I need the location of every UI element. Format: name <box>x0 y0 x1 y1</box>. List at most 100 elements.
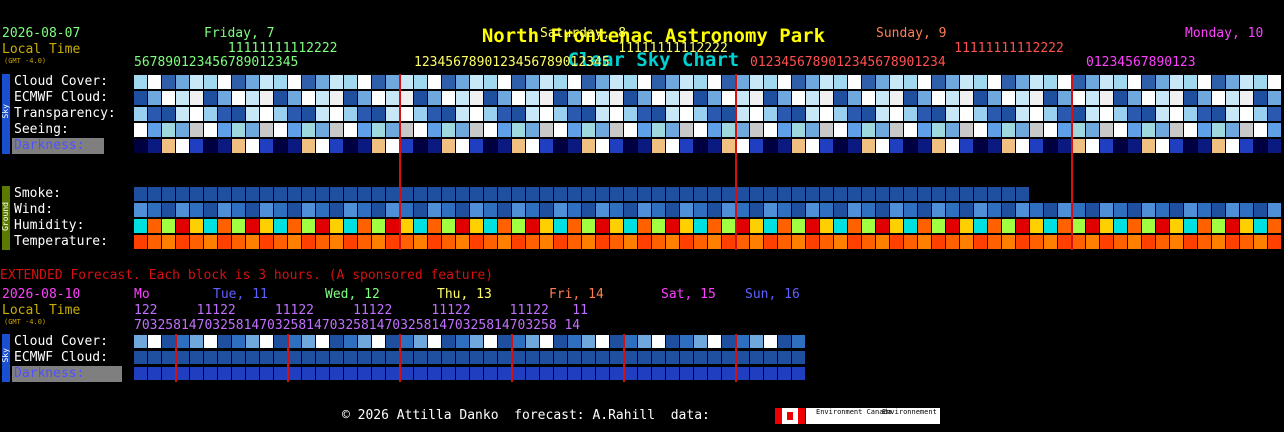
smoke-block[interactable] <box>428 187 441 201</box>
seeing-block[interactable] <box>512 123 525 137</box>
temperature-block[interactable] <box>358 235 371 249</box>
darkness-block[interactable] <box>176 139 189 153</box>
ecmwf-cloud-block[interactable] <box>764 91 777 105</box>
cloud-cover-block[interactable] <box>1212 75 1225 89</box>
darkness-block[interactable] <box>862 139 875 153</box>
cloud-cover-block[interactable] <box>1030 75 1043 89</box>
temperature-block[interactable] <box>722 235 735 249</box>
wind-block[interactable] <box>1268 203 1281 217</box>
seeing-block[interactable] <box>386 123 399 137</box>
temperature-block[interactable] <box>428 235 441 249</box>
ecmwf-cloud-block[interactable] <box>778 91 791 105</box>
darkness-block[interactable] <box>1086 139 1099 153</box>
cloud-cover-block[interactable] <box>1170 75 1183 89</box>
cloud-cover-block[interactable] <box>624 75 637 89</box>
wind-block[interactable] <box>1072 203 1085 217</box>
wind-block[interactable] <box>1114 203 1127 217</box>
ext-darkness-block[interactable] <box>330 367 343 380</box>
cloud-cover-block[interactable] <box>792 75 805 89</box>
ecmwf-cloud-block[interactable] <box>750 91 763 105</box>
ext-ecmwf-cloud-block[interactable] <box>456 351 469 364</box>
ecmwf-cloud-block[interactable] <box>918 91 931 105</box>
cloud-cover-block[interactable] <box>666 75 679 89</box>
wind-block[interactable] <box>1128 203 1141 217</box>
ecmwf-cloud-block[interactable] <box>526 91 539 105</box>
humidity-block[interactable] <box>834 219 847 233</box>
transparency-block[interactable] <box>568 107 581 121</box>
cloud-cover-block[interactable] <box>260 75 273 89</box>
ecmwf-cloud-block[interactable] <box>960 91 973 105</box>
transparency-block[interactable] <box>960 107 973 121</box>
temperature-block[interactable] <box>1086 235 1099 249</box>
seeing-block[interactable] <box>988 123 1001 137</box>
cloud-cover-block[interactable] <box>190 75 203 89</box>
ecmwf-cloud-block[interactable] <box>1128 91 1141 105</box>
wind-block[interactable] <box>862 203 875 217</box>
ext-ecmwf-cloud-block[interactable] <box>190 351 203 364</box>
seeing-block[interactable] <box>1198 123 1211 137</box>
ext-cloud-cover-block[interactable] <box>456 335 469 348</box>
darkness-block[interactable] <box>400 139 413 153</box>
cloud-cover-block[interactable] <box>358 75 371 89</box>
seeing-block[interactable] <box>806 123 819 137</box>
temperature-block[interactable] <box>386 235 399 249</box>
transparency-block[interactable] <box>1184 107 1197 121</box>
darkness-block[interactable] <box>344 139 357 153</box>
smoke-block[interactable] <box>568 187 581 201</box>
label-wind[interactable]: Wind: <box>14 202 53 218</box>
humidity-block[interactable] <box>708 219 721 233</box>
ext-darkness-block[interactable] <box>512 367 525 380</box>
darkness-block[interactable] <box>1184 139 1197 153</box>
cloud-cover-block[interactable] <box>736 75 749 89</box>
humidity-block[interactable] <box>1100 219 1113 233</box>
transparency-block[interactable] <box>204 107 217 121</box>
humidity-block[interactable] <box>484 219 497 233</box>
seeing-block[interactable] <box>358 123 371 137</box>
humidity-block[interactable] <box>610 219 623 233</box>
darkness-block[interactable] <box>680 139 693 153</box>
ecmwf-cloud-block[interactable] <box>288 91 301 105</box>
temperature-block[interactable] <box>708 235 721 249</box>
temperature-block[interactable] <box>260 235 273 249</box>
seeing-block[interactable] <box>596 123 609 137</box>
temperature-block[interactable] <box>820 235 833 249</box>
wind-block[interactable] <box>904 203 917 217</box>
darkness-block[interactable] <box>316 139 329 153</box>
smoke-block[interactable] <box>484 187 497 201</box>
ext-cloud-cover-block[interactable] <box>610 335 623 348</box>
darkness-block[interactable] <box>1156 139 1169 153</box>
ext-darkness-block[interactable] <box>736 367 749 380</box>
seeing-block[interactable] <box>246 123 259 137</box>
humidity-block[interactable] <box>274 219 287 233</box>
seeing-block[interactable] <box>680 123 693 137</box>
humidity-block[interactable] <box>806 219 819 233</box>
wind-block[interactable] <box>750 203 763 217</box>
ext-darkness-block[interactable] <box>344 367 357 380</box>
darkness-block[interactable] <box>1100 139 1113 153</box>
smoke-block[interactable] <box>890 187 903 201</box>
darkness-block[interactable] <box>218 139 231 153</box>
smoke-block[interactable] <box>848 187 861 201</box>
ext-cloud-cover-block[interactable] <box>246 335 259 348</box>
seeing-block[interactable] <box>1184 123 1197 137</box>
humidity-block[interactable] <box>232 219 245 233</box>
seeing-block[interactable] <box>960 123 973 137</box>
cloud-cover-block[interactable] <box>960 75 973 89</box>
ext-ecmwf-cloud-block[interactable] <box>498 351 511 364</box>
seeing-block[interactable] <box>652 123 665 137</box>
wind-block[interactable] <box>1198 203 1211 217</box>
ext-darkness-block[interactable] <box>526 367 539 380</box>
ecmwf-cloud-block[interactable] <box>1240 91 1253 105</box>
smoke-block[interactable] <box>652 187 665 201</box>
ecmwf-cloud-block[interactable] <box>442 91 455 105</box>
seeing-block[interactable] <box>372 123 385 137</box>
darkness-block[interactable] <box>386 139 399 153</box>
smoke-block[interactable] <box>372 187 385 201</box>
ext-darkness-block[interactable] <box>554 367 567 380</box>
humidity-block[interactable] <box>652 219 665 233</box>
smoke-block[interactable] <box>722 187 735 201</box>
seeing-block[interactable] <box>946 123 959 137</box>
humidity-block[interactable] <box>1240 219 1253 233</box>
transparency-block[interactable] <box>806 107 819 121</box>
ecmwf-cloud-block[interactable] <box>596 91 609 105</box>
